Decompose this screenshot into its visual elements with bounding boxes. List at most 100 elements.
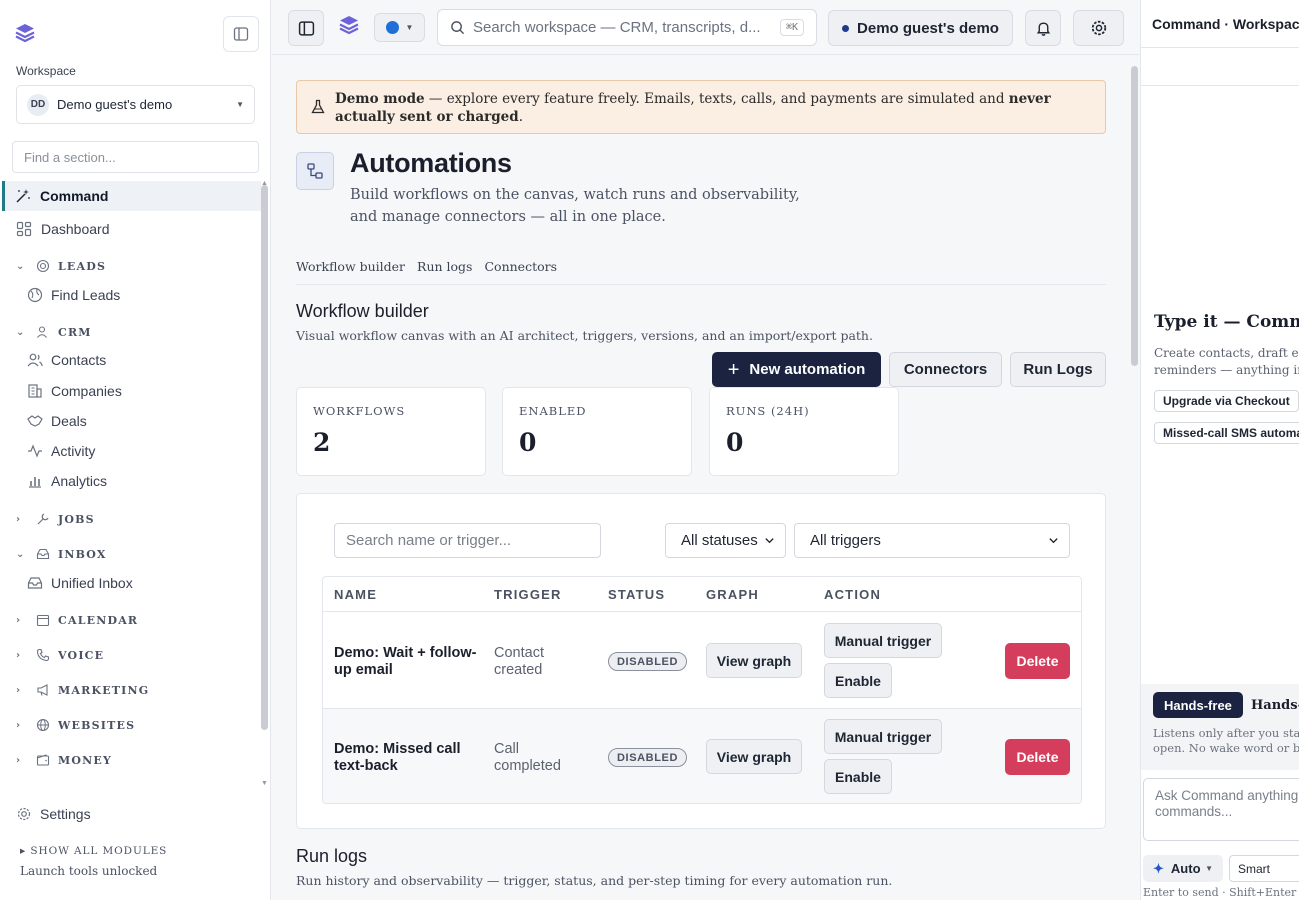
- delete-button[interactable]: Delete: [1005, 739, 1070, 775]
- workspace-search[interactable]: ⌘K: [437, 9, 817, 46]
- tab-run-logs[interactable]: Run logs: [417, 259, 472, 284]
- status-color-select[interactable]: ▼: [374, 13, 425, 42]
- column-header-name: NAME: [334, 587, 378, 602]
- automations-page-icon: [296, 152, 334, 190]
- workflow-trigger: Call completed: [494, 741, 561, 774]
- sidebar-item-deals[interactable]: Deals: [27, 413, 87, 429]
- table-row: Demo: Missed call text-back Call complet…: [323, 709, 1081, 803]
- suggestion-chip[interactable]: Upgrade via Checkout: [1154, 390, 1299, 412]
- sidebar-item-companies[interactable]: Companies: [27, 383, 122, 399]
- model-select[interactable]: Smart: [1229, 855, 1299, 882]
- plus-icon: +: [727, 358, 740, 381]
- sidebar-group-marketing[interactable]: › MARKETING: [16, 683, 149, 697]
- sidebar-item-settings[interactable]: Settings: [16, 806, 91, 822]
- tab-connectors[interactable]: Connectors: [484, 259, 557, 284]
- sidebar-group-jobs[interactable]: › JOBS: [16, 512, 95, 526]
- chevron-down-icon: ▼: [405, 23, 414, 32]
- wallet-icon: [36, 754, 50, 766]
- search-input[interactable]: [473, 19, 780, 36]
- layers-logo-icon[interactable]: [338, 14, 360, 36]
- sidebar-scrollbar[interactable]: [261, 185, 268, 730]
- new-automation-label: New automation: [749, 361, 866, 378]
- enable-button[interactable]: Enable: [824, 663, 892, 698]
- sidebar-item-label: Companies: [51, 383, 122, 399]
- sparkle-icon: ✦: [1153, 860, 1164, 876]
- scroll-down-arrow[interactable]: ▼: [261, 780, 268, 787]
- filter-search-input[interactable]: [334, 523, 601, 558]
- run-logs-button[interactable]: Run Logs: [1010, 352, 1106, 387]
- status-badge: DISABLED: [608, 652, 688, 671]
- sidebar-group-websites[interactable]: › WEBSITES: [16, 718, 135, 732]
- workflow-name: Demo: Missed call text-back: [334, 741, 461, 774]
- sidebar-item-unified-inbox[interactable]: Unified Inbox: [27, 575, 133, 591]
- chevron-down-icon: ▼: [236, 100, 244, 109]
- sidebar-group-calendar[interactable]: › CALENDAR: [16, 613, 138, 627]
- notifications-button[interactable]: [1025, 10, 1061, 46]
- sidebar-item-find-leads[interactable]: Find Leads: [27, 287, 120, 303]
- sidebar-item-label: Settings: [40, 806, 91, 822]
- stat-label: RUNS (24H): [726, 404, 810, 418]
- enable-button[interactable]: Enable: [824, 759, 892, 794]
- workspace-select[interactable]: DD Demo guest's demo ▼: [16, 85, 255, 124]
- trigger-filter-value: All triggers: [810, 532, 881, 549]
- sidebar-item-label: Find Leads: [51, 287, 121, 303]
- app-logo-icon[interactable]: [14, 22, 36, 44]
- auto-mode-select[interactable]: ✦ Auto ▼: [1143, 855, 1223, 882]
- sidebar-group-voice[interactable]: › VOICE: [16, 648, 104, 662]
- collapse-sidebar-button[interactable]: [223, 16, 259, 52]
- sidebar-group-leads[interactable]: ⌄ LEADS: [16, 259, 106, 273]
- chevron-right-icon: ›: [16, 649, 22, 661]
- phone-icon: [36, 648, 50, 662]
- trigger-filter-select[interactable]: All triggers: [794, 523, 1070, 558]
- workspace-label: Workspace: [16, 64, 76, 78]
- sidebar-group-money[interactable]: › MONEY: [16, 753, 112, 767]
- status-filter-select[interactable]: All statuses: [665, 523, 786, 558]
- sidebar-group-crm[interactable]: ⌄ CRM: [16, 325, 92, 339]
- view-graph-button[interactable]: View graph: [706, 643, 802, 678]
- find-section-input[interactable]: [12, 141, 259, 173]
- workflow-builder-title: Workflow builder: [296, 301, 429, 321]
- workflow-builder-description: Visual workflow canvas with an AI archit…: [296, 328, 873, 343]
- chevron-right-icon: ›: [16, 614, 22, 626]
- show-all-modules-link[interactable]: ▸ SHOW ALL MODULES: [20, 845, 167, 857]
- magic-wand-icon: [16, 189, 30, 203]
- manual-trigger-button[interactable]: Manual trigger: [824, 623, 942, 658]
- stat-value: 2: [313, 428, 331, 457]
- column-header-status: STATUS: [608, 587, 666, 602]
- tab-workflow-builder[interactable]: Workflow builder: [296, 259, 405, 284]
- group-label: VOICE: [58, 648, 105, 662]
- stat-workflows: WORKFLOWS 2: [296, 387, 486, 476]
- demo-label: Demo guest's demo: [857, 19, 999, 37]
- demo-workspace-button[interactable]: Demo guest's demo: [828, 10, 1013, 46]
- delete-button[interactable]: Delete: [1005, 643, 1070, 679]
- divider: [1141, 47, 1299, 48]
- sidebar-group-inbox[interactable]: ⌄ INBOX: [16, 547, 107, 561]
- ask-command-input[interactable]: [1143, 778, 1299, 841]
- sidebar-item-analytics[interactable]: Analytics: [27, 473, 107, 489]
- sidebar-item-command[interactable]: Command: [2, 181, 261, 211]
- chevron-down-icon: ⌄: [16, 260, 26, 272]
- gear-icon: [17, 807, 31, 821]
- connectors-button[interactable]: Connectors: [889, 352, 1002, 387]
- sidebar-item-contacts[interactable]: Contacts: [27, 352, 106, 368]
- hands-free-button[interactable]: Hands-free: [1153, 692, 1243, 718]
- command-panel-title: Command · Workspace: [1152, 16, 1299, 32]
- view-graph-button[interactable]: View graph: [706, 739, 802, 774]
- group-label: MONEY: [58, 753, 113, 767]
- users-icon: [37, 326, 47, 338]
- group-label: MARKETING: [58, 683, 150, 697]
- sidebar-item-dashboard[interactable]: Dashboard: [16, 214, 110, 244]
- suggestion-chip[interactable]: Missed-call SMS automat: [1154, 422, 1299, 444]
- new-automation-button[interactable]: + New automation: [712, 352, 881, 387]
- section-tabs: Workflow builder Run logs Connectors: [296, 259, 1106, 285]
- main-scrollbar[interactable]: [1131, 66, 1138, 366]
- sidebar-item-label: Dashboard: [41, 221, 110, 237]
- contacts-icon: [27, 353, 43, 367]
- sidebar-item-activity[interactable]: Activity: [27, 443, 95, 459]
- chevron-down-icon: ⌄: [16, 548, 26, 560]
- manual-trigger-button[interactable]: Manual trigger: [824, 719, 942, 754]
- stat-runs-24h: RUNS (24H) 0: [709, 387, 899, 476]
- description-line: Listens only after you start: [1153, 726, 1299, 740]
- toggle-sidebar-button[interactable]: [288, 10, 324, 46]
- settings-button[interactable]: [1073, 10, 1124, 46]
